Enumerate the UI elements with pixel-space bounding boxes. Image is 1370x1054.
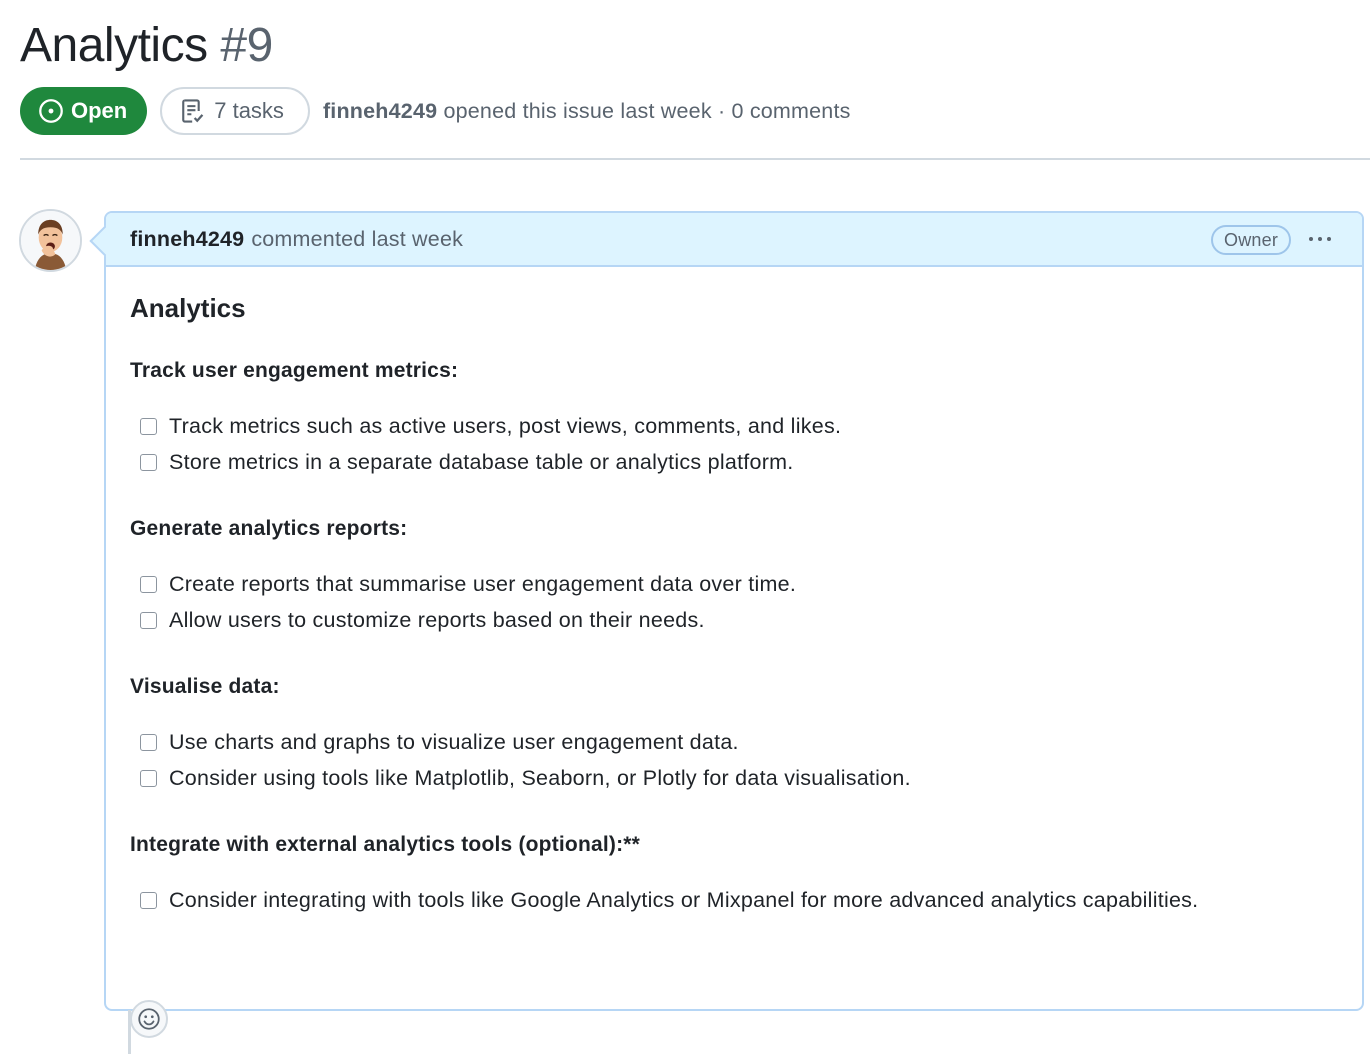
section-title: Visualise data: bbox=[130, 675, 280, 698]
comment-options-button[interactable] bbox=[1302, 225, 1338, 253]
task-checkbox[interactable] bbox=[140, 891, 157, 909]
section-title: Generate analytics reports: bbox=[130, 517, 408, 540]
section-title: Integrate with external analytics tools … bbox=[130, 833, 641, 856]
comment-timestamp[interactable]: commented last week bbox=[251, 227, 463, 252]
owner-badge: Owner bbox=[1211, 225, 1292, 255]
task-list-item[interactable]: Consider using tools like Matplotlib, Se… bbox=[140, 763, 911, 793]
timeline-connector bbox=[128, 1010, 131, 1054]
task-list-item[interactable]: Allow users to customize reports based o… bbox=[140, 605, 705, 635]
section-title: Track user engagement metrics: bbox=[130, 359, 459, 382]
task-list-item[interactable]: Track metrics such as active users, post… bbox=[140, 411, 841, 441]
tasks-progress-button[interactable]: 7 tasks bbox=[160, 87, 310, 135]
header-divider bbox=[20, 158, 1370, 160]
comment-heading: Analytics bbox=[130, 293, 246, 323]
task-label: Consider integrating with tools like Goo… bbox=[169, 887, 1199, 912]
task-checkbox[interactable] bbox=[140, 417, 157, 435]
avatar[interactable] bbox=[19, 209, 82, 272]
task-list-item[interactable]: Use charts and graphs to visualize user … bbox=[140, 727, 739, 757]
checklist-icon bbox=[182, 99, 204, 123]
task-checkbox[interactable] bbox=[140, 453, 157, 471]
task-label: Use charts and graphs to visualize user … bbox=[169, 729, 739, 754]
state-badge-open: Open bbox=[20, 87, 148, 135]
task-list-item[interactable]: Consider integrating with tools like Goo… bbox=[140, 885, 1198, 915]
task-label: Track metrics such as active users, post… bbox=[169, 413, 842, 438]
issue-title: Analytics #9 bbox=[20, 16, 273, 76]
state-label: Open bbox=[71, 98, 128, 123]
issue-number: #9 bbox=[220, 19, 273, 72]
tasks-label: 7 tasks bbox=[214, 98, 284, 123]
issue-meta-row: Open 7 tasks finneh4249 opened this issu… bbox=[20, 87, 851, 135]
issue-author-link[interactable]: finneh4249 bbox=[323, 99, 437, 123]
task-checkbox[interactable] bbox=[140, 769, 157, 787]
issue-meta-detail: opened this issue last week · 0 comments bbox=[443, 98, 851, 123]
issue-opened-icon bbox=[39, 99, 63, 123]
task-list-item[interactable]: Store metrics in a separate database tab… bbox=[140, 447, 794, 477]
task-list-item[interactable]: Create reports that summarise user engag… bbox=[140, 569, 796, 599]
issue-meta-text: finneh4249 opened this issue last week ·… bbox=[323, 99, 851, 124]
task-checkbox[interactable] bbox=[140, 733, 157, 751]
comment-header: finneh4249 commented last week Owner bbox=[106, 213, 1362, 267]
smiley-icon bbox=[138, 1008, 160, 1030]
comment-card: finneh4249 commented last week Owner Ana… bbox=[104, 211, 1364, 1038]
avatar-memoji-image bbox=[21, 211, 80, 270]
task-checkbox[interactable] bbox=[140, 611, 157, 629]
issue-title-text: Analytics bbox=[20, 19, 208, 72]
issue-page: Analytics #9 Open 7 tasks finneh4249 ope… bbox=[0, 0, 1370, 1054]
task-checkbox[interactable] bbox=[140, 575, 157, 593]
add-reaction-button[interactable] bbox=[130, 1000, 168, 1038]
task-label: Allow users to customize reports based o… bbox=[169, 607, 705, 632]
comment-author-link[interactable]: finneh4249 bbox=[130, 227, 244, 252]
task-label: Store metrics in a separate database tab… bbox=[169, 449, 794, 474]
task-label: Consider using tools like Matplotlib, Se… bbox=[169, 765, 911, 790]
task-label: Create reports that summarise user engag… bbox=[169, 571, 797, 596]
